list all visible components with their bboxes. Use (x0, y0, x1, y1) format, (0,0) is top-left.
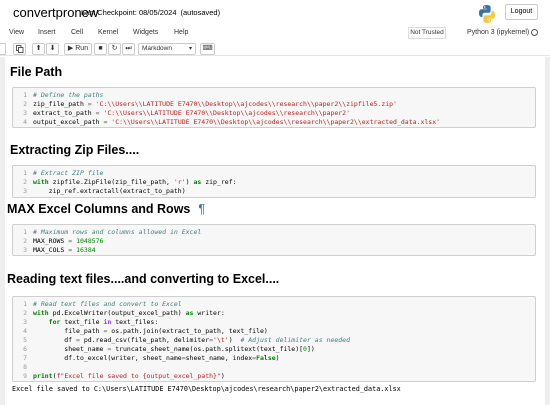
code-text: zip_ref.extractall(extract_to_path) (33, 187, 186, 195)
code-line: 6 sheet_name = truncate_sheet_name(os.pa… (23, 345, 315, 353)
save-button[interactable] (0, 43, 6, 55)
python-logo-icon (479, 5, 495, 23)
run-label: Run (75, 45, 89, 52)
heading-reading-text[interactable]: Reading text files....and converting to … (7, 272, 279, 286)
toolbar: ⬆ ⬇ ▶ Run ■ ↻ ⏭ Markdown ▾ ⌨ (0, 42, 550, 56)
code-line: 2 zip_file_path = 'C:\\Users\\LATITUDE E7… (23, 100, 397, 108)
code-text: for text_file in text_files: (48, 318, 159, 326)
menubar: View Insert Cell Kernel Widgets Help Not… (0, 25, 550, 41)
code-line: 2 with zipfile.ZipFile(zip_file_path, 'r'… (23, 178, 237, 186)
copy-icon (15, 45, 23, 53)
menu-view[interactable]: View (9, 29, 24, 36)
keyboard-icon: ⌨ (202, 45, 213, 52)
interrupt-button[interactable]: ■ (94, 43, 107, 55)
code-cell-paths[interactable]: 1 # Define the paths 2 zip_file_path = 'C:… (12, 87, 536, 128)
heading-text: MAX Excel Columns and Rows (7, 202, 191, 216)
menu-insert[interactable]: Insert (38, 29, 56, 36)
code-line: 7 df.to_excel(writer, sheet_name=sheet_n… (23, 354, 280, 362)
code-text: df.to_excel(writer, sheet_name=sheet_nam… (33, 354, 280, 362)
heading-extracting-zip[interactable]: Extracting Zip Files.... (10, 143, 139, 157)
heading-max-excel[interactable]: MAX Excel Columns and Rows ¶ (7, 202, 205, 216)
code-line: 2 with pd.ExcelWriter(output_excel_path) … (23, 309, 225, 317)
code-text: with zipfile.ZipFile(zip_file_path, 'r')… (33, 178, 237, 186)
code-line: 3 zip_ref.extractall(extract_to_path) (23, 187, 186, 195)
code-line: 3 extract_to_path = 'C:\\Users\\LATITUDE … (23, 109, 351, 117)
checkpoint-text: Last Checkpoint: 08/05/2024 (81, 8, 177, 17)
code-text: output_excel_path = 'C:\\Users\\LATITUDE… (33, 118, 441, 126)
cell-type-select[interactable]: Markdown ▾ (138, 43, 196, 55)
code-text: with pd.ExcelWriter(output_excel_path) a… (33, 309, 225, 317)
code-cell-max-rows[interactable]: 1 # Maximum rows and columns allowed in E… (12, 224, 536, 256)
notebook-area: File Path 1 # Define the paths 2 zip_file_… (0, 57, 550, 405)
code-line: 3 MAX_COLS = 16384 (23, 246, 96, 254)
code-line: 8 (23, 363, 27, 371)
notebook-page: File Path 1 # Define the paths 2 zip_file_… (5, 57, 545, 405)
command-palette-button[interactable]: ⌨ (200, 43, 215, 55)
heading-file-path[interactable]: File Path (10, 65, 62, 79)
code-line: 1 # Maximum rows and columns allowed in E… (23, 228, 202, 236)
logout-button[interactable]: Logout (505, 4, 538, 20)
code-line: 4 file_path = os.path.join(extract_to_pa… (23, 327, 268, 335)
restart-button[interactable]: ↻ (108, 43, 121, 55)
cell-output: Excel file saved to C:\Users\LATITUDE E7… (12, 385, 401, 393)
copy-button[interactable] (13, 43, 26, 55)
code-text: sheet_name = truncate_sheet_name(os.path… (33, 345, 315, 353)
code-text: df = pd.read_csv(file_path, delimiter='\… (33, 336, 351, 344)
code-line: 1 # Read text files and convert to Excel (23, 300, 182, 308)
kernel-status-icon (531, 29, 538, 36)
restart-run-all-button[interactable]: ⏭ (122, 43, 135, 55)
cell-type-value: Markdown (142, 45, 172, 52)
notebook-header: convertpronew Last Checkpoint: 08/05/202… (0, 0, 550, 25)
code-line: 9 print(f"Excel file saved to {output_exc… (23, 372, 225, 380)
kernel-name[interactable]: Python 3 (ipykernel) (467, 29, 529, 36)
restart-icon: ↻ (111, 45, 118, 52)
menu-cell[interactable]: Cell (71, 29, 83, 36)
menu-kernel[interactable]: Kernel (98, 29, 118, 36)
move-up-button[interactable]: ⬆ (32, 43, 45, 55)
code-text: extract_to_path = 'C:\\Users\\LATITUDE E… (33, 109, 351, 117)
code-line: 4 output_excel_path = 'C:\\Users\\LATITUD… (23, 118, 441, 126)
play-icon: ▶ (67, 45, 74, 52)
trusted-indicator[interactable]: Not Trusted (408, 27, 446, 39)
menu-help[interactable]: Help (174, 29, 188, 36)
code-line: 1 # Extract ZIP file (23, 169, 104, 177)
code-text: zip_file_path = 'C:\\Users\\LATITUDE E74… (33, 100, 397, 108)
fast-forward-icon: ⏭ (125, 45, 132, 52)
run-button[interactable]: ▶ Run (64, 43, 92, 55)
move-down-button[interactable]: ⬇ (46, 43, 59, 55)
code-cell-extract[interactable]: 1 # Extract ZIP file 2 with zipfile.ZipFil… (12, 165, 536, 198)
arrow-up-icon: ⬆ (35, 45, 42, 52)
stop-icon: ■ (98, 45, 103, 52)
menu-widgets[interactable]: Widgets (133, 29, 158, 36)
code-text: MAX_ROWS = 1048576 (33, 237, 104, 245)
code-line: 3 for text_file in text_files: (23, 318, 159, 326)
code-text: print(f"Excel file saved to {output_exce… (33, 372, 225, 380)
code-text: file_path = os.path.join(extract_to_path… (33, 327, 268, 335)
autosave-text: (autosaved) (180, 8, 221, 17)
anchor-link-icon[interactable]: ¶ (198, 202, 205, 216)
arrow-down-icon: ⬇ (49, 45, 56, 52)
code-line: 2 MAX_ROWS = 1048576 (23, 237, 104, 245)
chevron-down-icon: ▾ (188, 46, 192, 52)
code-text: MAX_COLS = 16384 (33, 246, 96, 254)
checkpoint-status: Last Checkpoint: 08/05/2024 (autosaved) (81, 8, 220, 17)
code-line: 1 # Define the paths (23, 91, 104, 99)
code-line: 5 df = pd.read_csv(file_path, delimiter=… (23, 336, 351, 344)
code-cell-convert[interactable]: 1 # Read text files and convert to Excel … (12, 296, 536, 382)
